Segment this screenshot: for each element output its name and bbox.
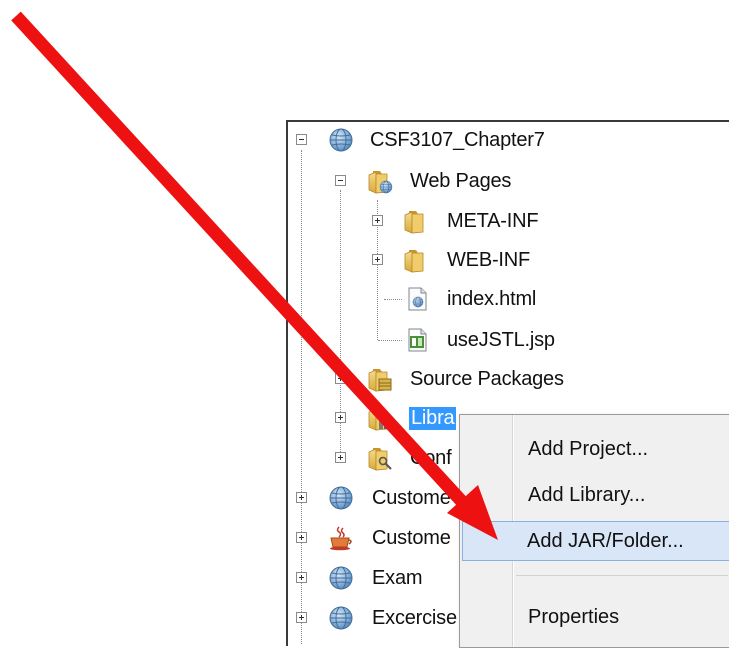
annotation-arrow — [11, 11, 498, 540]
